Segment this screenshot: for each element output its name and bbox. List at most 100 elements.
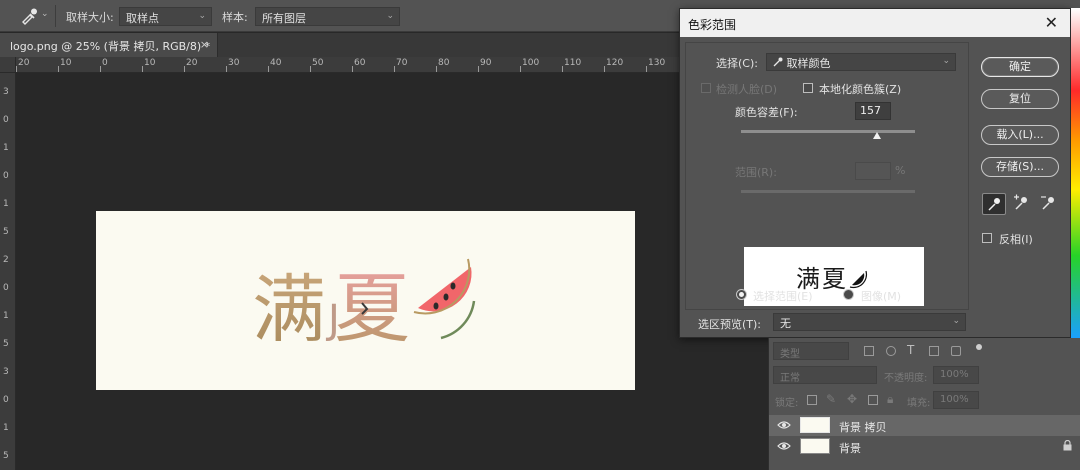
blend-mode-value: 正常 xyxy=(780,373,800,384)
invert-label: 反相(I) xyxy=(999,233,1033,246)
filter-adjustment-icon[interactable] xyxy=(886,346,896,356)
eyedropper-plus-icon[interactable] xyxy=(1010,193,1034,215)
color-range-dialog: 色彩范围 ✕ 选择(C): 取样颜色 ⌄ 检测人脸(D) 本地化颜色簇(Z) 颜… xyxy=(679,8,1071,338)
color-spectrum-strip[interactable] xyxy=(1071,8,1080,338)
range-slider[interactable] xyxy=(741,190,915,193)
ruler-tick-label: 60 xyxy=(354,58,366,68)
load-button[interactable]: 载入(L)... xyxy=(981,125,1059,145)
ruler-tick-label: 100 xyxy=(522,58,540,68)
visibility-eye-icon[interactable] xyxy=(777,441,791,454)
lock-label: 锁定: xyxy=(775,398,799,409)
ruler-tick-label: 70 xyxy=(396,58,408,68)
eyedropper-pick-icon[interactable] xyxy=(982,193,1006,215)
sample-size-select[interactable]: 取样点 ⌄ xyxy=(119,7,212,26)
invert-checkbox[interactable] xyxy=(982,233,992,243)
ruler-tick-label: 0 xyxy=(3,115,9,125)
selection-radio-label: 选择范围(E) xyxy=(753,290,813,303)
document-tab[interactable]: logo.png @ 25% (背景 拷贝, RGB/8) * × xyxy=(0,33,218,57)
ruler-tick xyxy=(604,66,605,72)
tool-preset-chevron-down-icon[interactable]: ⌄ xyxy=(41,9,49,19)
lock-artboard-icon[interactable] xyxy=(868,395,878,405)
ok-button[interactable]: 确定 xyxy=(981,57,1059,77)
artboard[interactable]: 满 夏 J xyxy=(96,211,635,390)
divider xyxy=(55,5,56,27)
filter-shape-icon[interactable] xyxy=(929,346,939,356)
ruler-tick-label: 30 xyxy=(228,58,240,68)
ruler-tick-label: 0 xyxy=(3,171,9,181)
layer-thumbnail xyxy=(800,417,830,433)
chevron-down-icon: ⌄ xyxy=(198,11,206,21)
selection-preview-dropdown[interactable]: 无 ⌄ xyxy=(773,313,966,331)
sample-label: 样本: xyxy=(222,11,248,24)
close-tab-icon[interactable]: × xyxy=(200,38,209,51)
layer-name[interactable]: 背景 拷贝 xyxy=(839,419,887,435)
layer-row[interactable]: 背景 xyxy=(769,436,1080,457)
ruler-tick xyxy=(142,66,143,72)
ruler-tick-label: 10 xyxy=(144,58,156,68)
ruler-tick-label: 3 xyxy=(3,87,9,97)
ruler-tick xyxy=(352,66,353,72)
layer-filter-select[interactable]: 类型 xyxy=(773,342,849,360)
layer-row[interactable]: 背景 拷贝 xyxy=(769,415,1080,436)
ruler-tick-label: 10 xyxy=(60,58,72,68)
dialog-title: 色彩范围 xyxy=(688,18,737,32)
ruler-tick-label: 40 xyxy=(270,58,282,68)
select-value: 取样颜色 xyxy=(786,57,831,70)
lock-paint-icon[interactable]: ✎ xyxy=(826,392,836,406)
ruler-tick xyxy=(436,66,437,72)
fuzziness-input[interactable]: 157 xyxy=(855,102,891,120)
filter-smart-object-icon[interactable] xyxy=(951,346,961,356)
detect-faces-checkbox[interactable] xyxy=(701,83,711,93)
fill-value: 100% xyxy=(940,394,969,405)
ruler-tick xyxy=(394,66,395,72)
document-tab-title: logo.png @ 25% (背景 拷贝, RGB/8) * xyxy=(10,40,211,53)
layer-name[interactable]: 背景 xyxy=(839,440,861,456)
horizontal-ruler[interactable]: 20 10 0 10 20 30 40 50 60 70 80 90 100 110 120 130 xyxy=(16,57,680,73)
localized-clusters-checkbox[interactable] xyxy=(803,83,813,93)
ruler-tick xyxy=(520,66,521,72)
vertical-ruler[interactable]: 3 0 1 0 1 5 2 0 1 5 3 0 1 5 xyxy=(0,57,16,470)
eyedropper-minus-icon[interactable] xyxy=(1037,193,1061,215)
ruler-tick xyxy=(100,66,101,72)
lock-all-icon[interactable]: 🔒︎ xyxy=(887,392,893,407)
range-input[interactable] xyxy=(855,162,891,180)
logo-char-2: 夏 xyxy=(334,264,410,353)
filter-type-icon[interactable]: T xyxy=(907,343,914,357)
reset-button[interactable]: 复位 xyxy=(981,89,1059,109)
ruler-tick xyxy=(184,66,185,72)
save-button[interactable]: 存储(S)... xyxy=(981,157,1059,177)
lock-move-icon[interactable]: ✥ xyxy=(847,392,857,406)
dialog-titlebar[interactable]: 色彩范围 ✕ xyxy=(680,9,1070,37)
sample-size-label: 取样大小: xyxy=(66,11,114,24)
sample-select[interactable]: 所有图层 ⌄ xyxy=(255,7,400,26)
chevron-down-icon: ⌄ xyxy=(942,56,950,66)
ruler-origin[interactable] xyxy=(0,57,16,73)
opacity-label: 不透明度: xyxy=(884,373,928,384)
blend-mode-select[interactable]: 正常 xyxy=(773,366,877,384)
opacity-input[interactable]: 100% xyxy=(933,366,979,384)
fuzziness-slider-thumb[interactable] xyxy=(872,132,881,139)
lock-transparent-icon[interactable] xyxy=(807,395,817,405)
layers-panel: 类型 T 正常 不透明度: 100% 锁定: ✎ ✥ 🔒︎ 填充: 100% 背… xyxy=(768,338,1080,470)
filter-kind-label: 类型 xyxy=(780,349,800,360)
ruler-tick-label: 130 xyxy=(648,58,666,68)
fuzziness-slider[interactable] xyxy=(741,130,915,133)
image-radio-label: 图像(M) xyxy=(861,290,902,303)
eyedropper-icon xyxy=(773,57,787,70)
ruler-tick-label: 110 xyxy=(564,58,582,68)
selection-radio[interactable] xyxy=(736,289,747,300)
ruler-tick-label: 20 xyxy=(18,58,30,68)
image-radio[interactable] xyxy=(843,289,854,300)
eyedropper-tool-icon[interactable] xyxy=(20,7,40,25)
ruler-tick-label: 80 xyxy=(438,58,450,68)
fill-input[interactable]: 100% xyxy=(933,391,979,409)
fuzziness-label: 颜色容差(F): xyxy=(735,106,798,119)
dialog-close-icon[interactable]: ✕ xyxy=(1045,13,1058,32)
filter-pixel-icon[interactable] xyxy=(864,346,874,356)
select-dropdown[interactable]: 取样颜色 ⌄ xyxy=(766,53,956,71)
ruler-tick xyxy=(478,66,479,72)
filter-toggle-icon[interactable] xyxy=(976,344,982,350)
visibility-eye-icon[interactable] xyxy=(777,420,791,433)
ruler-tick-label: 20 xyxy=(186,58,198,68)
select-label: 选择(C): xyxy=(716,57,758,70)
